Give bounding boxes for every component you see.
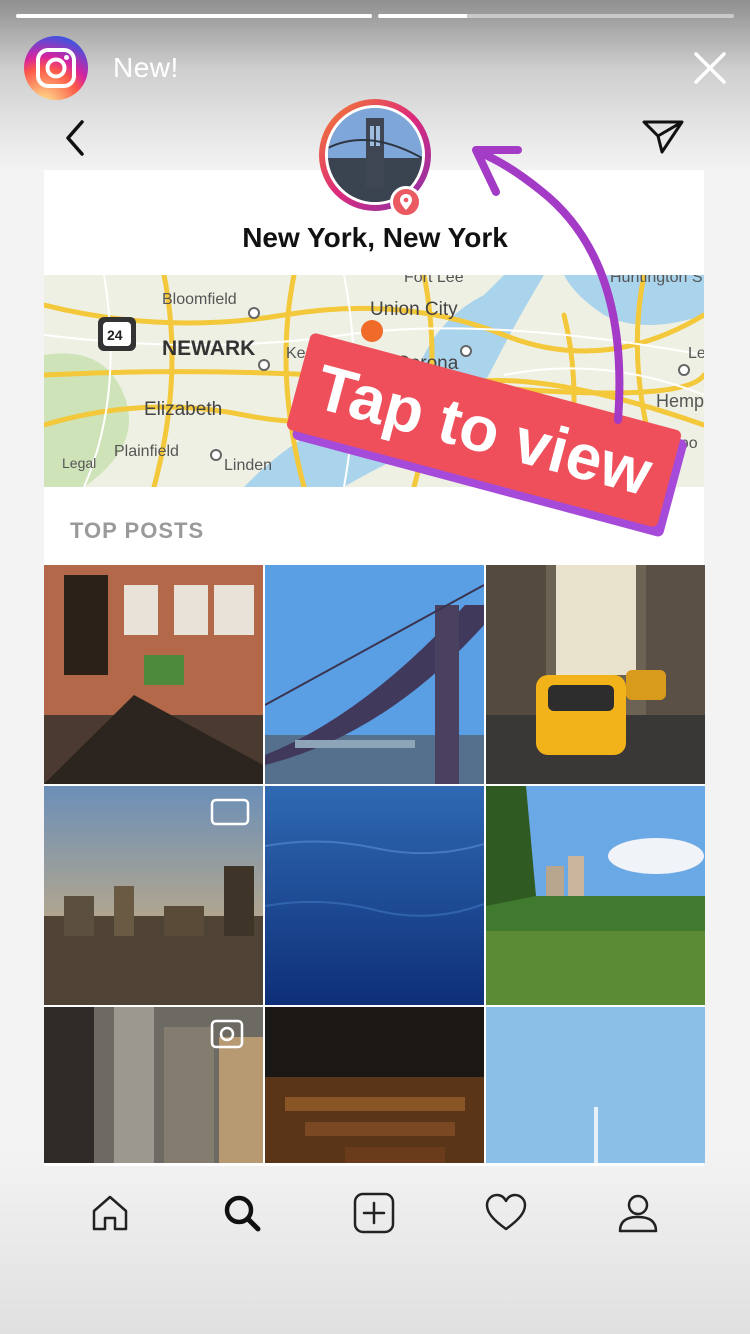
post-thumbnail[interactable] bbox=[265, 565, 484, 784]
post-thumbnail[interactable] bbox=[44, 565, 263, 784]
map-label: Union City bbox=[370, 299, 458, 320]
story-view: New! New York, New York Bloomfield Fort … bbox=[0, 0, 750, 1334]
location-pin-icon bbox=[390, 186, 422, 218]
map-label: Legal bbox=[62, 455, 97, 471]
post-thumbnail[interactable] bbox=[486, 565, 705, 784]
profile-icon[interactable] bbox=[606, 1181, 670, 1245]
post-thumbnail[interactable] bbox=[265, 786, 484, 1005]
map-label: Huntington S bbox=[610, 275, 703, 286]
bottom-tab-bar bbox=[44, 1168, 704, 1258]
progress-segment bbox=[378, 14, 734, 18]
search-icon[interactable] bbox=[210, 1181, 274, 1245]
instagram-logo-icon[interactable] bbox=[24, 36, 88, 100]
add-post-icon[interactable] bbox=[342, 1181, 406, 1245]
home-icon[interactable] bbox=[78, 1181, 142, 1245]
heart-icon[interactable] bbox=[474, 1181, 538, 1245]
back-icon[interactable] bbox=[58, 118, 94, 158]
post-thumbnail[interactable] bbox=[486, 786, 705, 1005]
map-label: Le bbox=[688, 345, 704, 362]
map-label: Linden bbox=[224, 457, 273, 474]
highway-shield: 24 bbox=[107, 327, 123, 343]
close-icon[interactable] bbox=[692, 50, 728, 86]
map-label: Bloomfield bbox=[162, 291, 237, 308]
map-label: Fort Lee bbox=[404, 275, 464, 286]
post-thumbnail[interactable] bbox=[44, 1007, 263, 1163]
story-username[interactable]: New! bbox=[113, 52, 179, 84]
post-thumbnail[interactable] bbox=[44, 786, 263, 1005]
map-label: NEWARK bbox=[162, 337, 256, 360]
story-progress bbox=[16, 14, 734, 18]
map-label: Plainfield bbox=[114, 443, 179, 460]
map-label: Elizabeth bbox=[144, 399, 223, 420]
post-thumbnail[interactable] bbox=[486, 1007, 705, 1163]
send-icon[interactable] bbox=[640, 116, 686, 156]
post-thumbnail[interactable] bbox=[265, 1007, 484, 1163]
page-title: New York, New York bbox=[242, 222, 508, 253]
map-label: Hempst bbox=[656, 391, 704, 411]
section-header: TOP POSTS bbox=[70, 518, 205, 543]
progress-segment bbox=[16, 14, 372, 18]
